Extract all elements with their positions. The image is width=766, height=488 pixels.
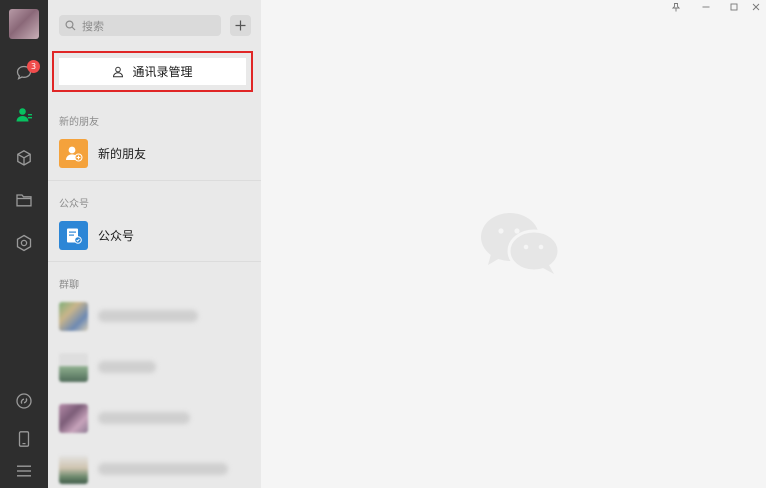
section-title-group-chats: 群聊 (59, 280, 79, 291)
miniprogram-icon (16, 234, 32, 252)
group-chat-item[interactable] (48, 397, 261, 439)
group-avatar (59, 352, 88, 382)
group-avatar (59, 301, 88, 331)
minimize-icon (702, 6, 710, 8)
search-input[interactable]: 搜索 (59, 15, 221, 36)
moments-nav-button[interactable] (0, 386, 48, 416)
favorites-icon (17, 150, 31, 166)
files-nav-button[interactable] (0, 185, 48, 215)
pin-icon (672, 2, 680, 11)
contacts-manage-highlight: 通讯录管理 (52, 51, 253, 92)
official-account-icon (59, 220, 88, 250)
group-avatar (59, 454, 88, 484)
favorites-nav-button[interactable] (0, 143, 48, 173)
group-chat-item[interactable] (48, 448, 261, 488)
maximize-icon (730, 3, 738, 11)
contacts-panel: 搜索 通讯录管理 新的朋友 新的朋友 公众号 公众号 群聊 (48, 0, 261, 488)
maximize-button[interactable] (724, 0, 744, 14)
main-panel (261, 0, 766, 488)
pin-button[interactable] (666, 0, 686, 14)
group-chat-item[interactable] (48, 346, 261, 388)
phone-nav-button[interactable] (0, 424, 48, 454)
user-avatar[interactable] (9, 9, 39, 39)
moments-icon (16, 393, 32, 409)
official-accounts-item[interactable]: 公众号 (48, 214, 261, 256)
search-icon (65, 20, 76, 31)
group-name-redacted (98, 412, 190, 424)
wechat-logo-icon (481, 213, 561, 274)
minimize-button[interactable] (696, 0, 716, 14)
official-accounts-label: 公众号 (98, 228, 135, 243)
divider (48, 180, 261, 181)
close-icon (752, 3, 760, 11)
unread-badge: 3 (27, 60, 40, 73)
chat-nav-button[interactable]: 3 (0, 58, 48, 88)
new-friends-item[interactable]: 新的朋友 (48, 132, 261, 174)
add-contact-button[interactable] (230, 15, 251, 36)
new-friends-label: 新的朋友 (98, 146, 147, 161)
new-friend-icon (59, 138, 88, 168)
miniprogram-nav-button[interactable] (0, 228, 48, 258)
group-name-redacted (98, 361, 156, 373)
menu-icon (17, 465, 31, 477)
person-outline-icon (113, 66, 124, 77)
group-avatar (59, 403, 88, 433)
section-title-new-friends: 新的朋友 (59, 117, 99, 128)
contacts-nav-button[interactable] (0, 100, 48, 130)
contacts-icon (16, 108, 32, 122)
divider (48, 261, 261, 262)
contacts-manage-label: 通讯录管理 (132, 65, 193, 79)
section-title-official-accounts: 公众号 (59, 199, 89, 210)
menu-nav-button[interactable] (0, 456, 48, 486)
contacts-manage-button[interactable]: 通讯录管理 (59, 58, 246, 85)
plus-icon (235, 20, 246, 31)
group-name-redacted (98, 463, 228, 475)
close-button[interactable] (746, 0, 766, 14)
group-name-redacted (98, 310, 198, 322)
phone-icon (18, 431, 30, 447)
search-placeholder: 搜索 (82, 19, 104, 33)
group-chat-item[interactable] (48, 295, 261, 337)
nav-rail: 3 (0, 0, 48, 488)
folder-icon (16, 194, 32, 207)
